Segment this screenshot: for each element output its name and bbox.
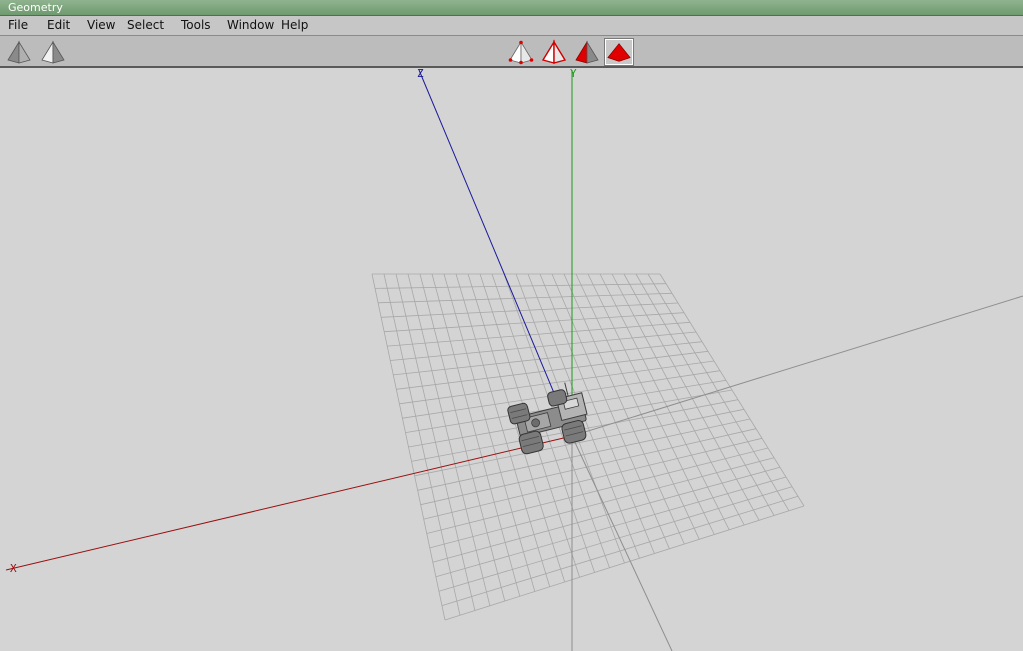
edge-mode-icon[interactable] bbox=[540, 39, 568, 65]
menu-view[interactable]: View bbox=[87, 16, 115, 35]
menu-window[interactable]: Window bbox=[227, 16, 274, 35]
menu-edit[interactable]: Edit bbox=[47, 16, 70, 35]
menu-select[interactable]: Select bbox=[127, 16, 164, 35]
grid-line bbox=[435, 476, 787, 578]
menu-bar: File Edit View Select Tools Window Help bbox=[0, 16, 1023, 36]
grid-line bbox=[441, 495, 799, 606]
grid-line bbox=[432, 466, 781, 563]
geometry-window: Geometry File Edit View Select Tools Win… bbox=[0, 0, 1023, 651]
grid-line bbox=[423, 437, 763, 520]
z-axis-negative-line bbox=[571, 435, 673, 651]
title-bar[interactable]: Geometry bbox=[0, 0, 1023, 16]
menu-tools[interactable]: Tools bbox=[181, 16, 211, 35]
shaded-pyramid-icon[interactable] bbox=[39, 39, 67, 65]
x-axis-line bbox=[5, 435, 573, 571]
z-axis-label: Z bbox=[417, 68, 424, 80]
x-axis-label: X bbox=[10, 562, 17, 575]
face-mode-icon[interactable] bbox=[573, 39, 601, 65]
3d-viewport[interactable]: X Y Z bbox=[0, 68, 1023, 651]
vertex-mode-icon[interactable] bbox=[507, 39, 535, 65]
menu-help[interactable]: Help bbox=[281, 16, 308, 35]
toolbar bbox=[0, 36, 1023, 68]
window-title: Geometry bbox=[8, 1, 63, 14]
solid-pyramid-icon[interactable] bbox=[5, 39, 33, 65]
ground-grid bbox=[371, 273, 805, 621]
z-axis-line bbox=[418, 69, 573, 437]
grid-line bbox=[429, 457, 775, 549]
object-mode-icon[interactable] bbox=[604, 38, 634, 66]
menu-file[interactable]: File bbox=[8, 16, 28, 35]
grid-line bbox=[611, 273, 745, 526]
grid-line bbox=[599, 273, 730, 530]
scene-canvas[interactable]: X Y Z bbox=[0, 68, 1023, 651]
y-axis-label: Y bbox=[570, 68, 577, 80]
x-axis-negative-line bbox=[571, 295, 1023, 437]
grid-line bbox=[438, 486, 793, 592]
grid-line bbox=[623, 273, 760, 521]
